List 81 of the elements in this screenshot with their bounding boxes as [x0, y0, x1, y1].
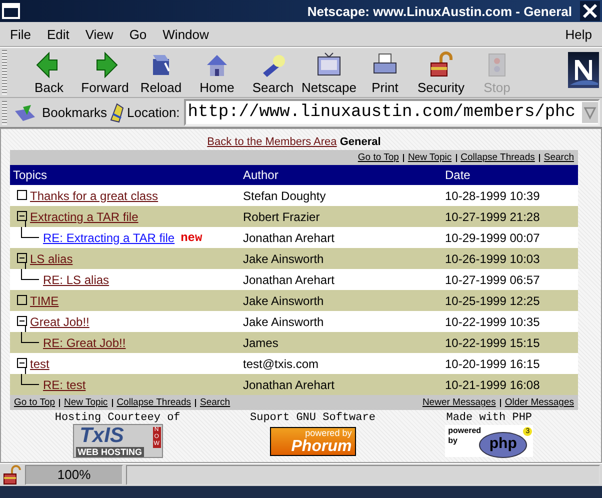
- topic-link[interactable]: RE: test: [43, 378, 86, 392]
- logo-text: powered: [448, 426, 482, 435]
- author-cell: Jake Ainsworth: [240, 311, 442, 332]
- nav-link[interactable]: New Topic: [64, 397, 108, 408]
- new-label: new: [180, 230, 202, 244]
- topic-link[interactable]: RE: Extracting a TAR file: [43, 230, 175, 244]
- logo-text: powered by: [305, 428, 352, 438]
- toolbar-grip[interactable]: [2, 50, 7, 95]
- nav-link[interactable]: Search: [200, 397, 230, 408]
- search-button[interactable]: Search: [245, 48, 301, 97]
- nav-link[interactable]: Older Messages: [504, 397, 574, 408]
- nav-link[interactable]: Newer Messages: [422, 397, 496, 408]
- close-icon: [581, 2, 599, 20]
- date-cell: 10-28-1999 10:39: [442, 185, 578, 206]
- toolbar-grip[interactable]: [2, 100, 7, 124]
- date-cell: 10-20-1999 16:15: [442, 353, 578, 374]
- close-button[interactable]: [580, 1, 600, 21]
- topic-link[interactable]: LS alias: [30, 252, 73, 266]
- author-cell: Jonathan Arehart: [240, 269, 442, 290]
- netscape-button[interactable]: Netscape: [301, 48, 357, 97]
- author-cell: test@txis.com: [240, 353, 442, 374]
- window-title: Netscape: www.LinuxAustin.com - General: [307, 4, 572, 18]
- window-menu-icon: [2, 3, 20, 19]
- author-cell: Jake Ainsworth: [240, 248, 442, 269]
- menu-item[interactable]: Window: [154, 24, 217, 44]
- menu-item[interactable]: Edit: [38, 24, 78, 44]
- menu-item[interactable]: File: [2, 24, 39, 44]
- logo-text: by: [448, 436, 458, 445]
- sponsor-caption: Made with PHP: [446, 412, 532, 424]
- date-cell: 10-21-1999 16:08: [442, 374, 578, 395]
- date-cell: 10-27-1999 21:28: [442, 206, 578, 227]
- forward-button[interactable]: Forward: [77, 48, 133, 97]
- sponsor-caption: Suport GNU Software: [250, 412, 376, 424]
- date-cell: 10-22-1999 15:15: [442, 332, 578, 353]
- nav-link[interactable]: New Topic: [408, 152, 452, 163]
- date-cell: 10-29-1999 00:07: [442, 227, 578, 248]
- nav-link[interactable]: Collapse Threads: [460, 152, 535, 163]
- topic-link[interactable]: RE: LS alias: [43, 272, 110, 286]
- menu-item[interactable]: Help: [557, 24, 600, 44]
- date-cell: 10-27-1999 06:57: [442, 269, 578, 290]
- logo-text: WEB HOSTING: [76, 447, 144, 457]
- logo-text: TxIS: [80, 425, 124, 447]
- author-cell: Jonathan Arehart: [240, 227, 442, 248]
- column-header: Author: [240, 165, 442, 185]
- forum-name: General: [340, 136, 381, 148]
- column-header: Date: [442, 165, 578, 185]
- location-field[interactable]: http://www.linuxaustin.com/members/phc: [184, 99, 600, 126]
- security-button[interactable]: Security: [413, 48, 469, 97]
- bookmarks-button[interactable]: Bookmarks: [13, 102, 108, 122]
- logo-text: Phorum: [291, 438, 352, 454]
- netscape-icon: [315, 50, 343, 78]
- author-cell: James: [240, 332, 442, 353]
- logo-text: php: [479, 432, 528, 458]
- reload-button[interactable]: Reload: [133, 48, 189, 97]
- sponsor-caption: Hosting Courteey of: [54, 412, 180, 424]
- author-cell: Jonathan Arehart: [240, 374, 442, 395]
- print-button[interactable]: Print: [357, 48, 413, 97]
- column-header: Topics: [10, 165, 240, 185]
- date-cell: 10-22-1999 10:35: [442, 311, 578, 332]
- progress-indicator: 100%: [25, 465, 123, 485]
- nav-link[interactable]: Collapse Threads: [116, 397, 191, 408]
- nav-link[interactable]: Go to Top: [14, 397, 56, 408]
- menu-item[interactable]: Go: [121, 24, 155, 44]
- author-cell: Stefan Doughty: [240, 185, 442, 206]
- topic-link[interactable]: test: [30, 356, 50, 370]
- nav-link[interactable]: Search: [544, 152, 574, 163]
- author-cell: Jake Ainsworth: [240, 290, 442, 311]
- topic-link[interactable]: Great Job!!: [30, 314, 90, 328]
- back-to-members-link[interactable]: Back to the Members Area: [207, 136, 337, 148]
- back-button[interactable]: Back: [21, 48, 77, 97]
- author-cell: Robert Frazier: [240, 206, 442, 227]
- topic-link[interactable]: TIME: [30, 294, 59, 308]
- location-label: Location:: [127, 105, 180, 120]
- date-cell: 10-25-1999 12:25: [442, 290, 578, 311]
- dropdown-icon: [583, 106, 597, 120]
- home-button[interactable]: Home: [189, 48, 245, 97]
- date-cell: 10-26-1999 10:03: [442, 248, 578, 269]
- nav-link[interactable]: Go to Top: [358, 152, 399, 163]
- security-lock-icon: [2, 465, 22, 485]
- menu-item[interactable]: View: [77, 24, 122, 44]
- netscape-logo-icon: [568, 52, 599, 88]
